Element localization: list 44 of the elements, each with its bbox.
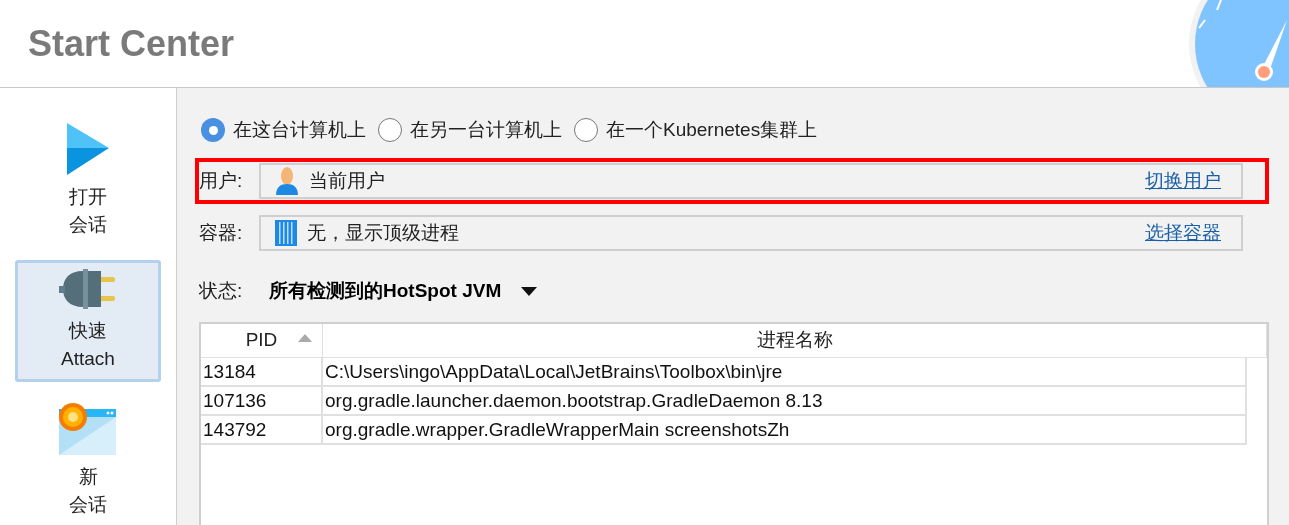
table-row[interactable]: 143792 org.gradle.wrapper.GradleWrapperMain screenshotsZh bbox=[201, 416, 1247, 445]
field-label: 用户: bbox=[199, 168, 244, 193]
table-row[interactable]: 13184 C:\Users\ingo\AppData\Local\JetBrains\Toolbox\bin\jre bbox=[201, 358, 1247, 387]
field-link[interactable]: 切换用户 bbox=[1145, 166, 1221, 196]
radio-label: 在这台计算机上 bbox=[233, 117, 366, 142]
table-cell: 107136 bbox=[201, 387, 323, 414]
user-icon bbox=[275, 167, 299, 195]
sidebar-item-label: Attach bbox=[61, 347, 115, 371]
filter-label: 状态: bbox=[199, 278, 244, 303]
radio-button[interactable] bbox=[201, 118, 225, 142]
column-header[interactable]: 进程名称 bbox=[323, 324, 1267, 357]
table-cell: org.gradle.launcher.daemon.bootstrap.GradleDaemon 8.13 bbox=[323, 387, 1247, 414]
field-link[interactable]: 选择容器 bbox=[1145, 218, 1221, 248]
sidebar-item-label: 打开 bbox=[69, 185, 107, 209]
sort-ascending-icon bbox=[298, 334, 312, 342]
column-header[interactable]: PID bbox=[201, 324, 323, 357]
table-cell: org.gradle.wrapper.GradleWrapperMain screenshotsZh bbox=[323, 416, 1247, 443]
radio-label: 在另一台计算机上 bbox=[410, 117, 562, 142]
table-cell: C:\Users\ingo\AppData\Local\JetBrains\Toolbox\bin\jre bbox=[323, 358, 1247, 385]
sidebar-item[interactable]: 新 会话 bbox=[15, 394, 161, 525]
container-icon bbox=[275, 220, 297, 246]
sidebar-item-label: 会话 bbox=[69, 213, 107, 237]
table-cell: 13184 bbox=[201, 358, 323, 385]
selector-field[interactable]: 无，显示顶级进程 选择容器 bbox=[259, 215, 1243, 251]
table-cell: 143792 bbox=[201, 416, 323, 443]
table-row[interactable]: 107136 org.gradle.launcher.daemon.bootstrap.GradleDaemon 8.13 bbox=[201, 387, 1247, 416]
window-sun-icon bbox=[59, 403, 117, 455]
play-icon bbox=[65, 123, 111, 175]
sidebar-item[interactable]: 快速 Attach bbox=[15, 260, 161, 382]
sidebar-item-label: 快速 bbox=[69, 319, 107, 343]
radio-label: 在一个Kubernetes集群上 bbox=[606, 117, 818, 142]
sidebar-item[interactable]: 打开 会话 bbox=[15, 114, 161, 248]
selector-field[interactable]: 当前用户 切换用户 bbox=[259, 163, 1243, 199]
field-label: 容器: bbox=[199, 220, 244, 245]
header-title: Start Center bbox=[28, 21, 235, 66]
sidebar-item-label: 会话 bbox=[69, 493, 107, 517]
field-value: 无，显示顶级进程 bbox=[307, 220, 460, 245]
radio-button[interactable] bbox=[378, 118, 402, 142]
field-value: 当前用户 bbox=[309, 168, 386, 193]
radio-button[interactable] bbox=[574, 118, 598, 142]
sidebar-item-label: 新 bbox=[78, 465, 98, 489]
status-dropdown[interactable]: 所有检测到的HotSpot JVM bbox=[269, 276, 538, 306]
caret-icon bbox=[521, 286, 538, 296]
plug-icon bbox=[59, 269, 117, 309]
